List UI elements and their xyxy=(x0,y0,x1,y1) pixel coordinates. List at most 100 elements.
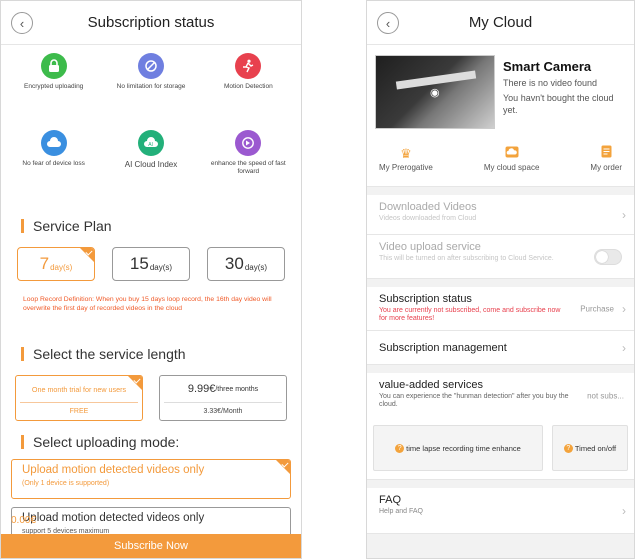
feature-item: enhance the speed of fast forward xyxy=(200,130,297,209)
section-marker xyxy=(21,435,24,449)
upload-service-toggle[interactable] xyxy=(594,248,622,265)
feature-item: No fear of device loss xyxy=(5,130,102,209)
row-title: value-added services xyxy=(379,379,483,391)
feature-item: AI AI Cloud Index xyxy=(102,130,199,209)
plan-number: 30 xyxy=(224,254,244,273)
tab-my-order[interactable]: My order xyxy=(590,145,622,186)
tab-my-cloud-space[interactable]: My cloud space xyxy=(484,145,539,186)
time-lapse-button[interactable]: ? time lapse recording time enhance xyxy=(373,425,543,471)
vas-status: not subs... xyxy=(587,391,624,401)
option-price: 9.99€/three months xyxy=(160,376,286,402)
crown-icon: ♛ xyxy=(400,146,412,161)
tab-my-prerogative[interactable]: ♛ My Prerogative xyxy=(379,145,433,186)
downloaded-videos-row[interactable]: Downloaded Videos Videos downloaded from… xyxy=(367,195,634,235)
camera-card: ◉ Smart Camera There is no video found Y… xyxy=(367,45,634,145)
chevron-right-icon: › xyxy=(622,503,626,518)
total-price: 0.00€ xyxy=(11,515,37,526)
plan-unit: day(s) xyxy=(244,262,268,272)
video-upload-service-row: Video upload service This will be turned… xyxy=(367,235,634,279)
timed-on-off-button[interactable]: ? Timed on/off xyxy=(552,425,628,471)
feature-item: Encrypted uploading xyxy=(5,53,102,124)
upload-mode-single[interactable]: Upload motion detected videos only (Only… xyxy=(11,459,291,499)
motion-person-icon xyxy=(235,53,262,79)
subscription-management-row[interactable]: Subscription management › xyxy=(367,331,634,365)
price-period: /three months xyxy=(215,385,259,393)
chevron-left-icon: ‹ xyxy=(385,15,391,31)
service-length-heading: Select the service length xyxy=(1,337,301,371)
purchase-link[interactable]: Purchase xyxy=(580,304,614,313)
page-title: Subscription status xyxy=(87,14,215,31)
plan-options: 7 day(s) 15 day(s) 30 day(s) xyxy=(1,247,301,281)
row-title: FAQ xyxy=(379,494,402,506)
camera-thumbnail[interactable]: ◉ xyxy=(375,55,495,129)
upload-mode-heading: Select uploading mode: xyxy=(1,425,301,459)
chevron-right-icon: › xyxy=(622,301,626,316)
spacer xyxy=(367,365,634,373)
subscription-screen: ‹ Subscription status Encrypted uploadin… xyxy=(0,0,302,559)
cloud-tabs: ♛ My Prerogative My cloud space My order xyxy=(367,145,634,187)
question-icon: ? xyxy=(395,443,405,453)
trial-title: One month trial for new users xyxy=(31,384,127,394)
header: ‹ My Cloud xyxy=(367,1,634,45)
row-subtitle: Help and FAQ xyxy=(379,508,423,515)
free-trial-option[interactable]: One month trial for new users FREE xyxy=(15,375,143,421)
feature-label: Motion Detection xyxy=(223,83,273,90)
spacer xyxy=(367,279,634,287)
plan-15-days[interactable]: 15 day(s) xyxy=(112,247,190,281)
value-added-services-row: value-added services You can experience … xyxy=(367,373,634,419)
value-added-buttons: ? time lapse recording time enhance ? Ti… xyxy=(367,419,634,480)
spacer xyxy=(367,187,634,195)
plan-unit: day(s) xyxy=(50,262,73,272)
three-month-option[interactable]: 9.99€/three months 3.33€/Month xyxy=(159,375,287,421)
tab-label: My Prerogative xyxy=(379,163,433,172)
ai-cloud-icon: AI xyxy=(137,130,164,157)
order-icon xyxy=(601,145,612,163)
row-subtitle: Videos downloaded from Cloud xyxy=(379,215,477,222)
feature-label: No limitation for storage xyxy=(116,83,186,90)
check-corner-icon xyxy=(128,376,142,390)
subscribe-button[interactable]: Subscribe Now xyxy=(1,534,301,558)
camera-name: Smart Camera xyxy=(503,59,592,74)
section-marker xyxy=(21,219,24,233)
row-subtitle: This will be turned on after subscribing… xyxy=(379,255,554,262)
feature-label: Encrypted uploading xyxy=(24,83,84,90)
cloud-status: You havn't bought the cloud yet. xyxy=(503,93,614,115)
chevron-right-icon: › xyxy=(622,207,626,222)
price-value: 9.99€ xyxy=(187,383,216,395)
feature-label: No fear of device loss xyxy=(22,160,85,168)
section-title: Service Plan xyxy=(33,218,112,234)
section-marker xyxy=(21,347,24,361)
fast-forward-icon xyxy=(235,130,262,157)
camera-preview-icon: ◉ xyxy=(430,87,440,99)
plan-number: 7 xyxy=(39,254,50,273)
feature-grid: Encrypted uploading No limitation for st… xyxy=(1,45,301,209)
trial-price: FREE xyxy=(20,402,138,420)
plan-30-days[interactable]: 30 day(s) xyxy=(207,247,285,281)
faq-row[interactable]: FAQ Help and FAQ › xyxy=(367,488,634,534)
section-title: Select uploading mode: xyxy=(33,434,180,450)
service-plan-heading: Service Plan xyxy=(1,209,301,243)
feature-item: No limitation for storage xyxy=(102,53,199,124)
check-corner-icon xyxy=(80,248,94,262)
back-button[interactable]: ‹ xyxy=(11,12,33,34)
plan-unit: day(s) xyxy=(149,262,173,272)
camera-status: There is no video found xyxy=(503,78,598,88)
header: ‹ Subscription status xyxy=(1,1,301,45)
chevron-left-icon: ‹ xyxy=(19,15,25,31)
row-subtitle: You can experience the "hunman detection… xyxy=(379,393,569,409)
check-corner-icon xyxy=(276,460,290,474)
back-button[interactable]: ‹ xyxy=(377,12,399,34)
plan-7-days[interactable]: 7 day(s) xyxy=(17,247,95,281)
lock-icon xyxy=(40,53,67,79)
my-cloud-screen: ‹ My Cloud ◉ Smart Camera There is no vi… xyxy=(366,0,635,559)
unlimited-icon xyxy=(137,53,164,79)
section-title: Select the service length xyxy=(33,346,186,362)
row-title: Downloaded Videos xyxy=(379,201,477,213)
subscription-warning: You are currently not subscribed, come a… xyxy=(379,307,561,323)
cloud-space-icon xyxy=(505,145,519,163)
spacer xyxy=(367,480,634,488)
subscription-status-row[interactable]: Subscription status You are currently no… xyxy=(367,287,634,331)
feature-label: AI Cloud Index xyxy=(124,160,178,170)
camera-info: Smart Camera There is no video found You… xyxy=(495,55,626,145)
question-icon: ? xyxy=(563,443,573,453)
